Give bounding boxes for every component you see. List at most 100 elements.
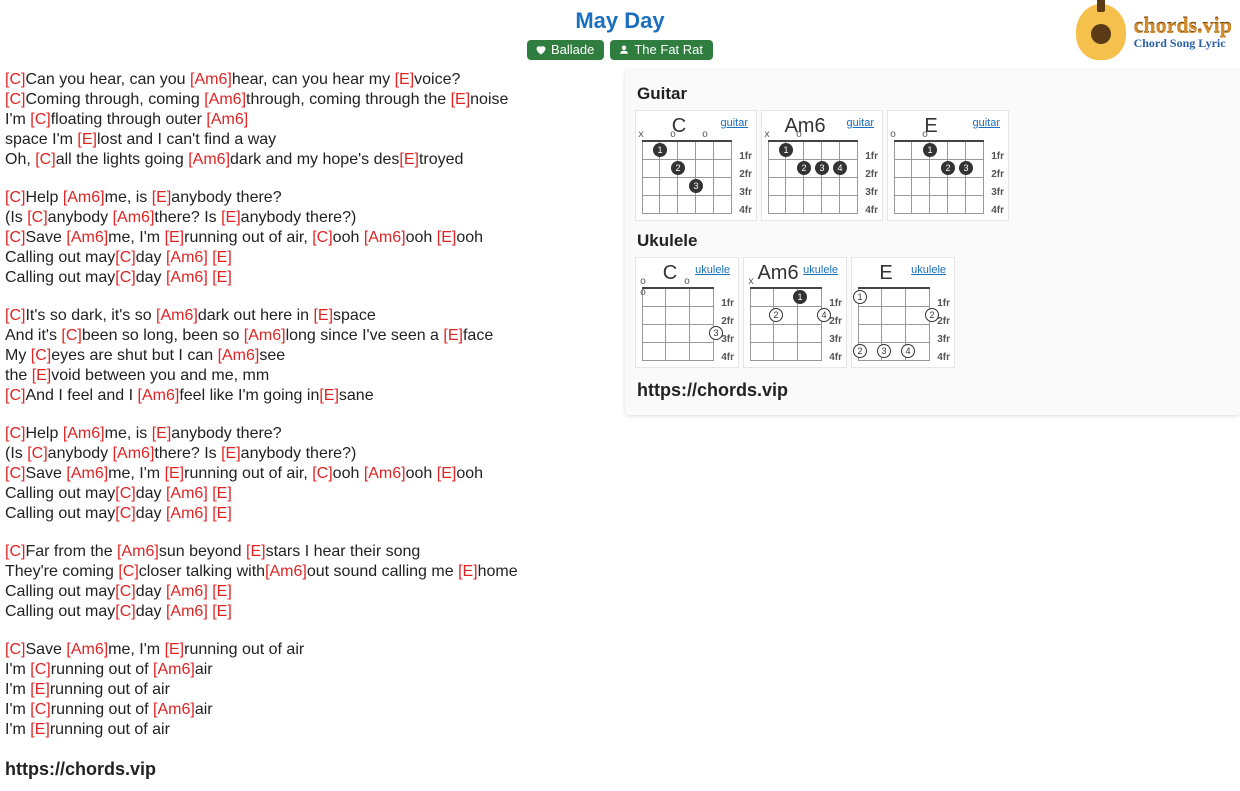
chord-C[interactable]: [C] <box>312 229 332 246</box>
chord-E[interactable]: [E] <box>319 387 339 404</box>
chord-Am6[interactable]: [Am6] <box>204 91 246 108</box>
chord-C[interactable]: [C] <box>5 543 25 560</box>
chord-C[interactable]: [C] <box>61 327 81 344</box>
genre-badge[interactable]: Ballade <box>527 40 604 60</box>
chord-E[interactable]: [E] <box>30 721 50 738</box>
instrument-link[interactable]: ukulele <box>911 264 946 276</box>
side-url[interactable]: https://chords.vip <box>637 380 1230 401</box>
diagram-ukulele-E: Eukulele 1fr2fr3fr4fr12234 <box>851 257 955 368</box>
chord-E[interactable]: [E] <box>212 485 232 502</box>
chord-E[interactable]: [E] <box>399 151 419 168</box>
chord-C[interactable]: [C] <box>115 583 135 600</box>
chord-C[interactable]: [C] <box>5 641 25 658</box>
lyric-line: [C]And I feel and I [Am6]feel like I'm g… <box>5 386 625 406</box>
chord-Am6[interactable]: [Am6] <box>166 269 208 286</box>
chord-Am6[interactable]: [Am6] <box>66 229 108 246</box>
chord-C[interactable]: [C] <box>115 269 135 286</box>
chord-Am6[interactable]: [Am6] <box>63 425 105 442</box>
artist-badge[interactable]: The Fat Rat <box>610 40 713 60</box>
chord-E[interactable]: [E] <box>221 445 241 462</box>
chord-Am6[interactable]: [Am6] <box>218 347 260 364</box>
chord-Am6[interactable]: [Am6] <box>153 661 195 678</box>
chord-Am6[interactable]: [Am6] <box>153 701 195 718</box>
chord-C[interactable]: [C] <box>35 151 55 168</box>
chord-Am6[interactable]: [Am6] <box>166 249 208 266</box>
chord-C[interactable]: [C] <box>5 91 25 108</box>
chord-Am6[interactable]: [Am6] <box>206 111 248 128</box>
chord-E[interactable]: [E] <box>32 367 52 384</box>
chord-C[interactable]: [C] <box>30 111 50 128</box>
instrument-link[interactable]: ukulele <box>695 264 730 276</box>
chord-C[interactable]: [C] <box>5 387 25 404</box>
chord-Am6[interactable]: [Am6] <box>166 505 208 522</box>
instrument-link[interactable]: ukulele <box>803 264 838 276</box>
chord-E[interactable]: [E] <box>395 71 415 88</box>
chord-E[interactable]: [E] <box>212 269 232 286</box>
chord-E[interactable]: [E] <box>165 229 185 246</box>
chord-C[interactable]: [C] <box>30 701 50 718</box>
chord-E[interactable]: [E] <box>246 543 266 560</box>
chord-E[interactable]: [E] <box>165 465 185 482</box>
chord-E[interactable]: [E] <box>165 641 185 658</box>
chord-C[interactable]: [C] <box>5 307 25 324</box>
lyric-line: They're coming [C]closer talking with[Am… <box>5 562 625 582</box>
chord-E[interactable]: [E] <box>443 327 463 344</box>
chord-Am6[interactable]: [Am6] <box>138 387 180 404</box>
chord-Am6[interactable]: [Am6] <box>117 543 159 560</box>
chord-C[interactable]: [C] <box>5 465 25 482</box>
chord-Am6[interactable]: [Am6] <box>166 603 208 620</box>
chord-C[interactable]: [C] <box>5 189 25 206</box>
chord-C[interactable]: [C] <box>5 229 25 246</box>
chord-E[interactable]: [E] <box>77 131 97 148</box>
chord-C[interactable]: [C] <box>30 661 50 678</box>
chord-Am6[interactable]: [Am6] <box>113 445 155 462</box>
chord-E[interactable]: [E] <box>152 189 172 206</box>
chord-Am6[interactable]: [Am6] <box>66 641 108 658</box>
chord-Am6[interactable]: [Am6] <box>265 563 307 580</box>
chord-E[interactable]: [E] <box>458 563 478 580</box>
chord-Am6[interactable]: [Am6] <box>190 71 232 88</box>
chord-C[interactable]: [C] <box>5 71 25 88</box>
chord-E[interactable]: [E] <box>212 583 232 600</box>
instrument-link[interactable]: guitar <box>846 117 874 129</box>
diagram-guitar-E: Eguitaro o1fr2fr3fr4fr123 <box>887 110 1009 221</box>
chord-C[interactable]: [C] <box>27 209 47 226</box>
chord-E[interactable]: [E] <box>212 249 232 266</box>
chord-Am6[interactable]: [Am6] <box>156 307 198 324</box>
chord-E[interactable]: [E] <box>313 307 333 324</box>
fret-labels: 1fr2fr3fr4fr <box>937 295 950 367</box>
song-title[interactable]: May Day <box>0 8 1240 34</box>
chord-Am6[interactable]: [Am6] <box>166 583 208 600</box>
chord-Am6[interactable]: [Am6] <box>244 327 286 344</box>
instrument-link[interactable]: guitar <box>720 117 748 129</box>
chord-C[interactable]: [C] <box>115 505 135 522</box>
chord-C[interactable]: [C] <box>31 347 51 364</box>
chord-C[interactable]: [C] <box>5 425 25 442</box>
chord-C[interactable]: [C] <box>115 603 135 620</box>
chord-C[interactable]: [C] <box>27 445 47 462</box>
chord-E[interactable]: [E] <box>451 91 471 108</box>
chord-E[interactable]: [E] <box>152 425 172 442</box>
lyrics-footer-url[interactable]: https://chords.vip <box>5 758 625 781</box>
chord-Am6[interactable]: [Am6] <box>63 189 105 206</box>
chord-Am6[interactable]: [Am6] <box>364 465 406 482</box>
instrument-link[interactable]: guitar <box>972 117 1000 129</box>
chord-Am6[interactable]: [Am6] <box>364 229 406 246</box>
chord-C[interactable]: [C] <box>312 465 332 482</box>
chord-E[interactable]: [E] <box>437 465 457 482</box>
finger-dot: 3 <box>959 161 973 175</box>
chord-Am6[interactable]: [Am6] <box>188 151 230 168</box>
chord-Am6[interactable]: [Am6] <box>113 209 155 226</box>
site-logo[interactable]: chords.vip Chord Song Lyric <box>1076 4 1232 60</box>
lyric-line: I'm [C]running out of [Am6]air <box>5 660 625 680</box>
chord-E[interactable]: [E] <box>212 603 232 620</box>
chord-E[interactable]: [E] <box>437 229 457 246</box>
chord-C[interactable]: [C] <box>115 485 135 502</box>
chord-C[interactable]: [C] <box>118 563 138 580</box>
chord-Am6[interactable]: [Am6] <box>66 465 108 482</box>
chord-E[interactable]: [E] <box>212 505 232 522</box>
chord-E[interactable]: [E] <box>221 209 241 226</box>
chord-C[interactable]: [C] <box>115 249 135 266</box>
chord-Am6[interactable]: [Am6] <box>166 485 208 502</box>
chord-E[interactable]: [E] <box>30 681 50 698</box>
